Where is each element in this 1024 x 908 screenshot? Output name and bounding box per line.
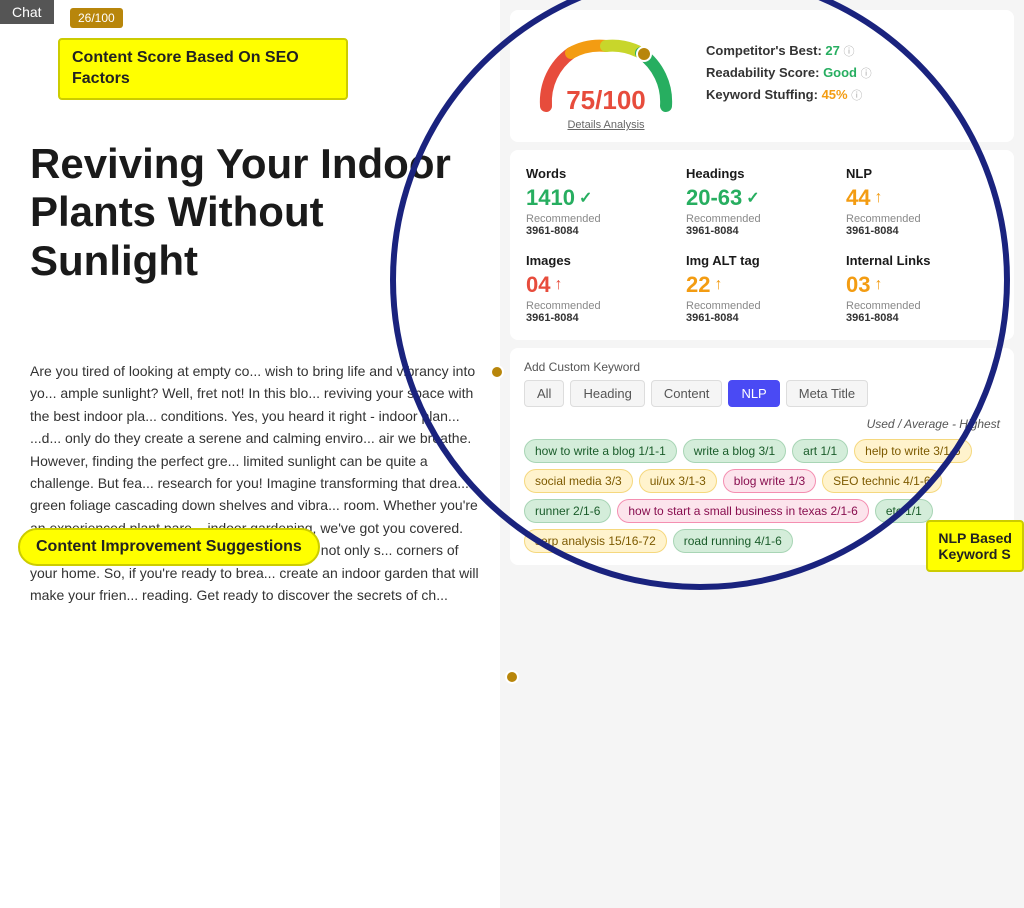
- metric-recommended: Recommended3961-8084: [846, 213, 998, 237]
- metric-value: 22 ↑: [686, 272, 838, 298]
- chat-tab[interactable]: Chat: [0, 0, 54, 24]
- add-custom-kw-label: Add Custom Keyword: [524, 360, 1000, 374]
- metric-item: Words 1410 ✓ Recommended3961-8084: [526, 166, 678, 237]
- content-improvement-label: Content Improvement Suggestions: [18, 528, 320, 566]
- keyword-tag[interactable]: blog write 1/3: [723, 469, 816, 493]
- metric-arrow: ✓: [579, 188, 592, 208]
- annotation-dot-2: [505, 670, 519, 684]
- metrics-card: Words 1410 ✓ Recommended3961-8084 Headin…: [510, 150, 1014, 340]
- metric-value: 03 ↑: [846, 272, 998, 298]
- metric-value: 1410 ✓: [526, 185, 678, 211]
- gauge-score: 75/100: [566, 85, 646, 116]
- keyword-filter-row: AllHeading ContentNLP Meta Title: [524, 380, 1000, 407]
- annotation-dot-1: [490, 365, 504, 379]
- right-panel: 75/100 Details Analysis Competitor's Bes…: [500, 0, 1024, 908]
- left-panel: Chat 26/100 Content Score Based On SEO F…: [0, 0, 520, 908]
- keyword-tag[interactable]: how to start a small business in texas 2…: [617, 499, 868, 523]
- metric-label: NLP: [846, 166, 998, 181]
- metric-recommended: Recommended3961-8084: [526, 300, 678, 324]
- content-score-label: Content Score Based On SEO Factors: [58, 38, 348, 100]
- keyword-stuffing-row: Keyword Stuffing: 45% ⓘ: [706, 87, 998, 103]
- metric-label: Words: [526, 166, 678, 181]
- blog-title: Reviving Your Indoor Plants Without Sunl…: [30, 140, 470, 285]
- metric-arrow: ↑: [554, 276, 562, 294]
- metric-recommended: Recommended3961-8084: [526, 213, 678, 237]
- gauge-details-link[interactable]: Details Analysis: [567, 119, 644, 131]
- score-card: 75/100 Details Analysis Competitor's Bes…: [510, 10, 1014, 142]
- metric-arrow: ↑: [874, 189, 882, 207]
- keyword-tag[interactable]: ui/ux 3/1-3: [639, 469, 717, 493]
- keyword-tag[interactable]: social media 3/3: [524, 469, 633, 493]
- keyword-filter-tab[interactable]: NLP: [728, 380, 779, 407]
- metric-recommended: Recommended3961-8084: [686, 300, 838, 324]
- keyword-tag[interactable]: how to write a blog 1/1-1: [524, 439, 677, 463]
- metric-arrow: ↑: [714, 276, 722, 294]
- keyword-tag[interactable]: help to write 3/1-6: [854, 439, 971, 463]
- blog-body: Are you tired of looking at empty co... …: [30, 360, 480, 606]
- keyword-filter-tab[interactable]: Content: [651, 380, 723, 407]
- metric-value: 20-63 ✓: [686, 185, 838, 211]
- metric-value: 44 ↑: [846, 185, 998, 211]
- metric-item: Img ALT tag 22 ↑ Recommended3961-8084: [686, 253, 838, 324]
- keyword-tag[interactable]: road running 4/1-6: [673, 529, 793, 553]
- keyword-tag[interactable]: art 1/1: [792, 439, 848, 463]
- keyword-tag[interactable]: write a blog 3/1: [683, 439, 786, 463]
- metric-arrow: ↑: [874, 276, 882, 294]
- nlp-based-label: NLP Based Keyword S: [926, 520, 1024, 572]
- metric-value: 04 ↑: [526, 272, 678, 298]
- metric-recommended: Recommended3961-8084: [846, 300, 998, 324]
- score-badge: 26/100: [70, 8, 123, 28]
- keyword-filter-tab[interactable]: Heading: [570, 380, 644, 407]
- metric-item: Images 04 ↑ Recommended3961-8084: [526, 253, 678, 324]
- keyword-filter-tab[interactable]: Meta Title: [786, 380, 868, 407]
- metric-item: NLP 44 ↑ Recommended3961-8084: [846, 166, 998, 237]
- keyword-tag[interactable]: serp analysis 15/16-72: [524, 529, 667, 553]
- gauge-container: 75/100 Details Analysis: [526, 26, 686, 126]
- keyword-tag[interactable]: runner 2/1-6: [524, 499, 611, 523]
- score-details: Competitor's Best: 27 ⓘ Readability Scor…: [706, 43, 998, 109]
- metric-item: Internal Links 03 ↑ Recommended3961-8084: [846, 253, 998, 324]
- keyword-filter-tab[interactable]: All: [524, 380, 564, 407]
- keyword-tag[interactable]: etc 1/1: [875, 499, 933, 523]
- metric-label: Internal Links: [846, 253, 998, 268]
- competitor-best-row: Competitor's Best: 27 ⓘ: [706, 43, 998, 59]
- metric-recommended: Recommended3961-8084: [686, 213, 838, 237]
- metric-item: Headings 20-63 ✓ Recommended3961-8084: [686, 166, 838, 237]
- readability-row: Readability Score: Good ⓘ: [706, 65, 998, 81]
- metric-arrow: ✓: [746, 188, 759, 208]
- keyword-tag[interactable]: SEO technic 4/1-6: [822, 469, 941, 493]
- metric-label: Img ALT tag: [686, 253, 838, 268]
- metric-label: Images: [526, 253, 678, 268]
- used-avg-label: Used / Average - Highest: [524, 417, 1000, 431]
- metric-label: Headings: [686, 166, 838, 181]
